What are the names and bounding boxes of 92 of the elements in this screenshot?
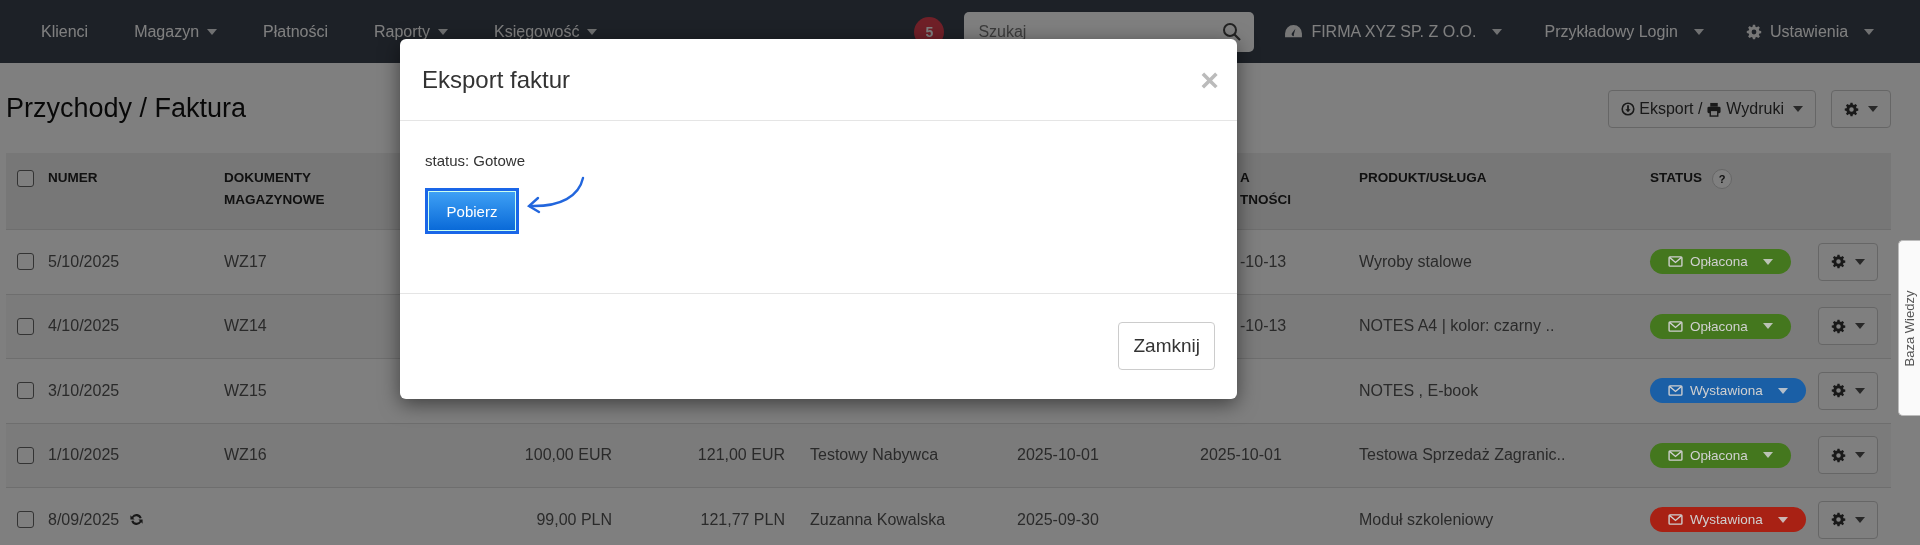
table-cell: 2025-10-01 xyxy=(1017,446,1099,465)
row-actions-button[interactable] xyxy=(1818,242,1878,281)
nav-menu[interactable]: Przykładowy Login xyxy=(1544,22,1704,41)
caret-icon xyxy=(1762,452,1773,459)
row-actions-button[interactable] xyxy=(1818,307,1878,346)
table-cell: Zuzanna Kowalska xyxy=(810,510,946,529)
table-cell: Wyroby stalowe xyxy=(1359,252,1472,271)
table-cell: 5/10/2025 xyxy=(48,252,120,271)
caret-icon xyxy=(1868,106,1878,112)
settings-dropdown-button[interactable] xyxy=(1831,90,1891,128)
status-dropdown-button[interactable]: Wystawiona xyxy=(1650,378,1806,404)
table-cell: Moduł szkoleniowy xyxy=(1359,510,1494,529)
table-cell: 100,00 EUR xyxy=(524,446,612,465)
row-checkbox[interactable] xyxy=(17,511,34,529)
column-header: NUMER xyxy=(48,169,98,187)
table-cell: 8/09/2025 xyxy=(48,510,120,529)
table-cell: WZ17 xyxy=(224,252,267,271)
search-icon xyxy=(1222,21,1243,42)
table-cell: WZ14 xyxy=(224,317,267,336)
row-checkbox[interactable] xyxy=(17,382,34,400)
gear-icon xyxy=(1831,318,1846,334)
caret-icon xyxy=(1777,516,1788,523)
column-header: DOKUMENTY MAGAZYNOWE xyxy=(224,169,325,209)
table-cell: 121,77 PLN xyxy=(700,510,785,529)
row-actions-button[interactable] xyxy=(1818,500,1878,539)
row-actions-button[interactable] xyxy=(1818,436,1878,475)
envelope-icon xyxy=(1668,385,1683,397)
page-title: Przychody / Faktura xyxy=(6,92,247,124)
caret-icon xyxy=(1855,516,1865,523)
download-button[interactable]: Pobierz xyxy=(428,191,516,231)
envelope-icon xyxy=(1668,256,1683,268)
nav-link[interactable]: Płatności xyxy=(263,22,328,41)
nav-link[interactable]: Magazyn xyxy=(134,22,218,41)
gear-icon xyxy=(1844,101,1859,117)
gear-icon xyxy=(1831,254,1846,270)
gear-icon xyxy=(1831,383,1846,399)
table-cell: 121,00 EUR xyxy=(697,446,785,465)
table-cell: WZ15 xyxy=(224,381,267,400)
table-cell: 3/10/2025 xyxy=(48,381,120,400)
gear-icon xyxy=(1831,447,1846,463)
dialog-title: Eksport faktur xyxy=(422,65,571,94)
nav-menu-label: FIRMA XYZ SP. Z O.O. xyxy=(1311,22,1477,41)
status-dropdown-button[interactable]: Opłacona xyxy=(1650,313,1791,339)
caret-icon xyxy=(1762,323,1773,330)
caret-icon xyxy=(1777,387,1788,394)
knowledge-base-tab[interactable]: Baza Wiedzy xyxy=(1898,240,1920,416)
nav-link[interactable]: Klienci xyxy=(41,22,89,41)
nav-menu-label: Przykładowy Login xyxy=(1544,22,1678,41)
nav-menu[interactable]: FIRMA XYZ SP. Z O.O. xyxy=(1284,22,1503,41)
table-cell: NOTES A4 | kolor: czarny .. xyxy=(1359,317,1555,336)
table-cell: NOTES , E-book xyxy=(1359,381,1479,400)
table-cell: 2025-10-01 xyxy=(1200,446,1282,465)
gauge-icon xyxy=(1284,24,1304,39)
row-checkbox[interactable] xyxy=(17,253,34,271)
status-dropdown-button[interactable]: Opłacona xyxy=(1650,442,1791,468)
select-all-checkbox[interactable] xyxy=(17,170,34,187)
export-print-button[interactable]: Eksport / Wydruki xyxy=(1608,90,1816,128)
table-cell: -10-13 xyxy=(1240,317,1287,336)
status-dropdown-button[interactable]: Wystawiona xyxy=(1650,507,1806,533)
close-dialog-button[interactable]: Zamknij xyxy=(1118,322,1215,370)
caret-icon xyxy=(1855,258,1865,265)
envelope-icon xyxy=(1668,320,1683,332)
table-cell: 99,00 PLN xyxy=(536,510,612,529)
nav-menu-label: Ustawienia xyxy=(1769,22,1849,41)
caret-icon xyxy=(1855,452,1865,459)
download-icon xyxy=(1621,102,1636,116)
table-cell: Testowy Nabywca xyxy=(810,446,939,465)
table-cell: -10-13 xyxy=(1240,252,1287,271)
envelope-icon xyxy=(1668,449,1683,461)
row-checkbox[interactable] xyxy=(17,317,34,335)
status-dropdown-button[interactable]: Opłacona xyxy=(1650,249,1791,275)
nav-menu[interactable]: Ustawienia xyxy=(1745,22,1875,41)
column-header: PRODUKT/USŁUGA xyxy=(1359,169,1487,187)
table-cell: 2025-09-30 xyxy=(1017,510,1099,529)
envelope-icon xyxy=(1668,514,1683,526)
column-header: STATUS xyxy=(1650,169,1702,187)
table-cell: WZ16 xyxy=(224,446,267,465)
caret-icon xyxy=(1855,323,1865,330)
table-cell: Testowa Sprzedaż Zagranic.. xyxy=(1359,446,1566,465)
caret-icon xyxy=(1793,106,1803,112)
gear-icon xyxy=(1831,512,1846,528)
settings-icon xyxy=(1745,23,1762,40)
row-checkbox[interactable] xyxy=(17,446,34,464)
table-cell: 1/10/2025 xyxy=(48,446,120,465)
table-cell: 4/10/2025 xyxy=(48,317,120,336)
caret-icon xyxy=(1762,258,1773,265)
caret-icon xyxy=(1855,387,1865,394)
export-status: status: Gotowe xyxy=(425,151,527,169)
help-icon[interactable]: ? xyxy=(1712,169,1732,189)
column-header: A TNOŚCI xyxy=(1240,169,1291,209)
row-actions-button[interactable] xyxy=(1818,371,1878,410)
printer-icon xyxy=(1706,101,1723,117)
